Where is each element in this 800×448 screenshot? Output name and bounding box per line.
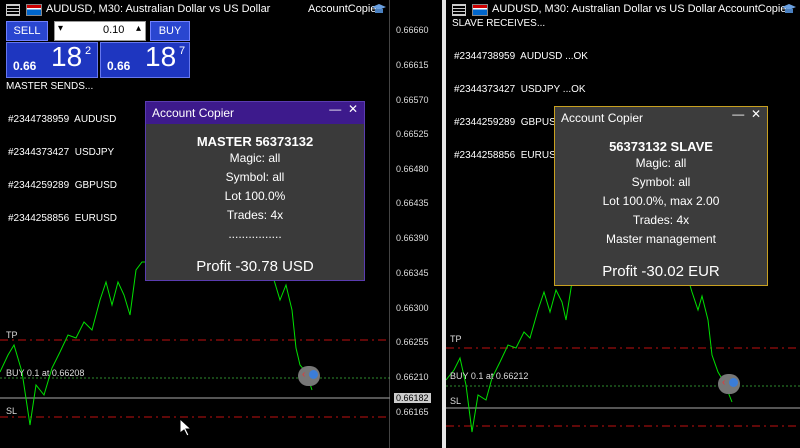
tp-label: TP xyxy=(450,334,462,344)
copier-row-dots: ................ xyxy=(228,227,282,241)
add-trade-icon[interactable] xyxy=(729,378,738,387)
copier-row-lot: Lot 100.0%, max 2.00 xyxy=(602,194,720,208)
buy-line-label: BUY 0.1 at 0.66208 xyxy=(6,368,85,378)
close-trade-icon[interactable]: ‹ xyxy=(302,369,305,380)
price-tick: 0.66525 xyxy=(396,129,429,139)
price-tick: 0.66165 xyxy=(396,407,429,417)
copier-row-trades: Trades: 4x xyxy=(226,208,284,222)
current-price-tag: 0.66182 xyxy=(394,393,431,403)
chart-panel-slave[interactable]: AUDUSD, M30: Australian Dollar vs US Dol… xyxy=(446,0,800,448)
sl-label: SL xyxy=(450,396,462,406)
copier-row-trades: Trades: 4x xyxy=(632,213,690,227)
copier-heading: MASTER 56373132 xyxy=(196,134,314,149)
close-trade-icon[interactable]: ‹ xyxy=(722,377,725,388)
trade-marker-icon[interactable]: ‹ xyxy=(298,366,320,386)
price-tick: 0.66345 xyxy=(396,268,429,278)
price-tick: 0.66255 xyxy=(396,337,429,347)
window-controls: — ✕ xyxy=(329,102,358,116)
buy-line-label: BUY 0.1 at 0.66212 xyxy=(450,371,529,381)
price-tick: 0.66480 xyxy=(396,164,429,174)
price-tick: 0.66390 xyxy=(396,233,429,243)
copier-row-magic: Magic: all xyxy=(635,156,687,170)
sl-label: SL xyxy=(6,406,18,416)
price-tick: 0.66615 xyxy=(396,60,429,70)
copier-row-symbol: Symbol: all xyxy=(225,170,285,184)
price-tick: 0.66435 xyxy=(396,198,429,208)
price-axis[interactable]: 0.66660 0.66615 0.66570 0.66525 0.66480 … xyxy=(390,0,446,448)
price-tick: 0.66660 xyxy=(396,25,429,35)
price-tick: 0.66300 xyxy=(396,303,429,313)
tp-label: TP xyxy=(6,330,18,340)
copier-row-lot: Lot 100.0% xyxy=(224,189,286,203)
price-tick: 0.66570 xyxy=(396,95,429,105)
chart-panel-master[interactable]: AUDUSD, M30: Australian Dollar vs US Dol… xyxy=(0,0,390,448)
copier-row-symbol: Symbol: all xyxy=(631,175,691,189)
mouse-cursor-icon xyxy=(180,419,192,437)
minimize-icon[interactable]: — xyxy=(329,102,341,116)
close-icon[interactable]: ✕ xyxy=(751,107,761,121)
copier-heading: 56373132 SLAVE xyxy=(609,139,713,154)
close-icon[interactable]: ✕ xyxy=(348,102,358,116)
copier-row-management: Master management xyxy=(605,232,717,246)
copier-profit: Profit -30.02 EUR xyxy=(602,263,720,280)
window-controls: — ✕ xyxy=(732,107,761,121)
copier-profit: Profit -30.78 USD xyxy=(196,258,314,275)
trade-marker-icon[interactable]: ‹ xyxy=(718,374,740,394)
master-copier-window[interactable]: Account Copier — ✕ MASTER 56373132 Magic… xyxy=(145,101,365,281)
slave-copier-window[interactable]: Account Copier — ✕ 56373132 SLAVE Magic:… xyxy=(554,106,768,286)
price-tick: 0.66210 xyxy=(396,372,429,382)
minimize-icon[interactable]: — xyxy=(732,107,744,121)
price-series-line xyxy=(0,261,313,426)
add-trade-icon[interactable] xyxy=(309,370,318,379)
copier-row-magic: Magic: all xyxy=(229,151,281,165)
